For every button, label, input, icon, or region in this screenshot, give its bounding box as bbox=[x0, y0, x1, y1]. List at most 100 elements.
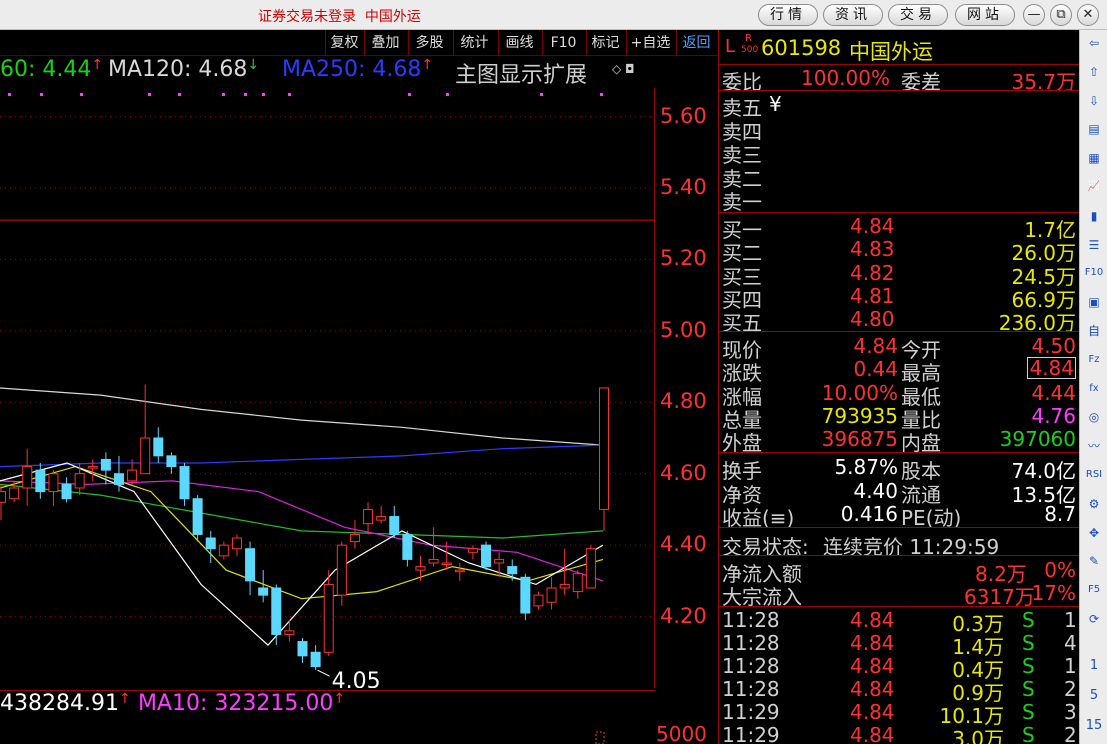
quote-panel: L R 500 601598 中国外运 委比 100.00% 委比 委差 35.… bbox=[718, 30, 1080, 744]
report-icon[interactable]: ▤ bbox=[1083, 118, 1105, 140]
candle-body bbox=[454, 569, 465, 573]
stock-header: L R 500 601598 中国外运 bbox=[719, 33, 1080, 65]
line-chart-icon[interactable]: 📈 bbox=[1083, 176, 1105, 198]
candle-body bbox=[166, 455, 177, 468]
toolbar-back-button[interactable]: 返回 bbox=[676, 30, 716, 56]
website-button[interactable]: 网站 bbox=[955, 4, 1015, 26]
block-inflow-row: 大宗流入 6317万 17% bbox=[722, 581, 1076, 609]
toolbar-multi-stock-button[interactable]: 多股 bbox=[408, 30, 450, 56]
toolbar-add-watchlist-button[interactable]: +自选 bbox=[626, 30, 674, 56]
toolbar-overlay-button[interactable]: 叠加 bbox=[364, 30, 406, 56]
signal-dot bbox=[446, 93, 449, 96]
sell-level-row: 卖一 bbox=[722, 190, 762, 214]
level-label: L bbox=[725, 36, 736, 57]
ma60-line bbox=[0, 483, 604, 539]
toolbar-mark-button[interactable]: 标记 bbox=[586, 30, 624, 56]
stat-row: 外盘 396875 内盘 397060 bbox=[722, 427, 1076, 456]
list-icon[interactable]: ☰ bbox=[1083, 234, 1105, 256]
move-icon[interactable]: ✥ bbox=[1083, 522, 1105, 544]
trade-status-row: 交易状态: 连续竞价 11:29:59 bbox=[722, 535, 1000, 559]
fundamental-row: 换手 5.87% 股本 74.0亿 bbox=[722, 455, 1076, 483]
candle-body bbox=[258, 587, 269, 596]
restore-button[interactable]: ⧉ bbox=[1050, 4, 1072, 26]
ma5-line bbox=[0, 462, 604, 646]
stat-row: 涨跌 0.44 最高 4.84 bbox=[722, 356, 1076, 386]
signal-dot bbox=[540, 93, 543, 96]
fz-icon[interactable]: Fz bbox=[1083, 349, 1105, 371]
window-title: 证券交易未登录 中国外运 bbox=[258, 6, 421, 26]
period-number[interactable]: 1 bbox=[1080, 658, 1107, 673]
candle-body bbox=[441, 562, 452, 565]
toolbar-f10-button[interactable]: F10 bbox=[542, 30, 584, 56]
candle-body bbox=[87, 466, 98, 469]
period-number[interactable]: 15 bbox=[1080, 718, 1107, 733]
weibi-row: 委比 100.00% 委比 委差 35.7万 bbox=[722, 66, 1076, 94]
candle-body bbox=[428, 558, 439, 564]
candle-body bbox=[218, 544, 229, 557]
f10-icon[interactable]: F10 bbox=[1083, 262, 1105, 284]
arrow-up-icon[interactable]: ⇧ bbox=[1083, 61, 1105, 83]
quotes-button[interactable]: 行情 bbox=[758, 4, 818, 26]
tick-row: 11:28 4.84 1.4万 S 4 bbox=[722, 631, 1077, 659]
candle-body bbox=[310, 651, 321, 668]
toolbar-adjust-button[interactable]: 复权 bbox=[325, 30, 363, 56]
news-icon[interactable]: ▣ bbox=[1083, 291, 1105, 313]
buy-level-row: 买三 4.82 24.5万 bbox=[722, 260, 1076, 289]
candle-body bbox=[349, 533, 360, 543]
arrow-down-icon[interactable]: ⇩ bbox=[1083, 90, 1105, 112]
candle-body bbox=[127, 469, 138, 482]
pencil-icon[interactable]: ✎ bbox=[1083, 550, 1105, 572]
table-icon[interactable]: ▦ bbox=[1083, 147, 1105, 169]
ma60-label: 60: 4.44↑ bbox=[0, 57, 104, 82]
wave-icon[interactable]: 〰 bbox=[1083, 435, 1105, 457]
refresh-icon[interactable]: ⟳ bbox=[1083, 608, 1105, 630]
trade-button[interactable]: 交易 bbox=[888, 4, 948, 26]
signal-dot bbox=[178, 93, 181, 96]
tick-row: 11:29 4.84 3.0万 S 2 bbox=[722, 723, 1077, 744]
candle-body bbox=[192, 498, 203, 535]
fundamental-row: 收益(≡) 0.416 PE(动) 8.7 bbox=[722, 502, 1076, 530]
extension-toggle-icon[interactable]: ◇ ◘ bbox=[612, 62, 635, 76]
volume-axis-label: 5000 bbox=[656, 722, 707, 744]
signal-dot bbox=[288, 93, 291, 96]
rsi-icon[interactable]: RSI bbox=[1083, 464, 1105, 486]
stock-code: 601598 bbox=[761, 36, 842, 60]
signal-dot bbox=[222, 93, 225, 96]
stock-name: 中国外运 bbox=[849, 40, 933, 64]
candle-body bbox=[389, 516, 400, 535]
stat-row: 总量 793935 量比 4.76 bbox=[722, 403, 1076, 432]
index-badge: 500 bbox=[741, 45, 759, 55]
function-icon[interactable]: fx bbox=[1083, 378, 1105, 400]
volume-chart[interactable] bbox=[0, 690, 655, 744]
arrow-left-icon[interactable]: ⇦ bbox=[1083, 32, 1105, 54]
news-button[interactable]: 资讯 bbox=[823, 4, 883, 26]
sell-level-row: 卖四 bbox=[722, 119, 762, 144]
signal-dot bbox=[262, 93, 265, 96]
candle-body bbox=[153, 437, 164, 457]
candle-body bbox=[467, 548, 478, 553]
self-select-icon[interactable]: 自 bbox=[1083, 320, 1105, 342]
f5-icon[interactable]: F5 bbox=[1083, 579, 1105, 601]
candle-body bbox=[520, 576, 531, 614]
tools-icon[interactable]: ⚙ bbox=[1083, 493, 1105, 515]
close-button[interactable]: ✕ bbox=[1077, 4, 1099, 26]
period-number[interactable]: 5 bbox=[1080, 688, 1107, 703]
buy-level-row: 买四 4.81 66.9万 bbox=[722, 283, 1076, 312]
signal-dot bbox=[600, 93, 603, 96]
toolbar-stats-button[interactable]: 统计 bbox=[453, 30, 495, 56]
r-badge: R bbox=[745, 33, 752, 44]
minimize-button[interactable]: — bbox=[1023, 4, 1045, 26]
ma120-line bbox=[0, 387, 604, 446]
kline-icon[interactable]: ▮ bbox=[1083, 205, 1105, 227]
candle-body bbox=[323, 583, 334, 653]
candle-body bbox=[572, 573, 583, 593]
settings-icon[interactable]: ◎ bbox=[1083, 406, 1105, 428]
candlestick-chart[interactable]: 4.05 bbox=[0, 88, 655, 688]
low-marker-line bbox=[317, 669, 330, 677]
signal-dot bbox=[408, 93, 411, 96]
login-status: 证券交易未登录 bbox=[258, 9, 356, 25]
candle-body bbox=[284, 630, 295, 635]
toolbar-draw-button[interactable]: 画线 bbox=[498, 30, 540, 56]
candle-body bbox=[599, 387, 609, 510]
chart-extension-label[interactable]: 主图显示扩展 bbox=[455, 57, 587, 89]
